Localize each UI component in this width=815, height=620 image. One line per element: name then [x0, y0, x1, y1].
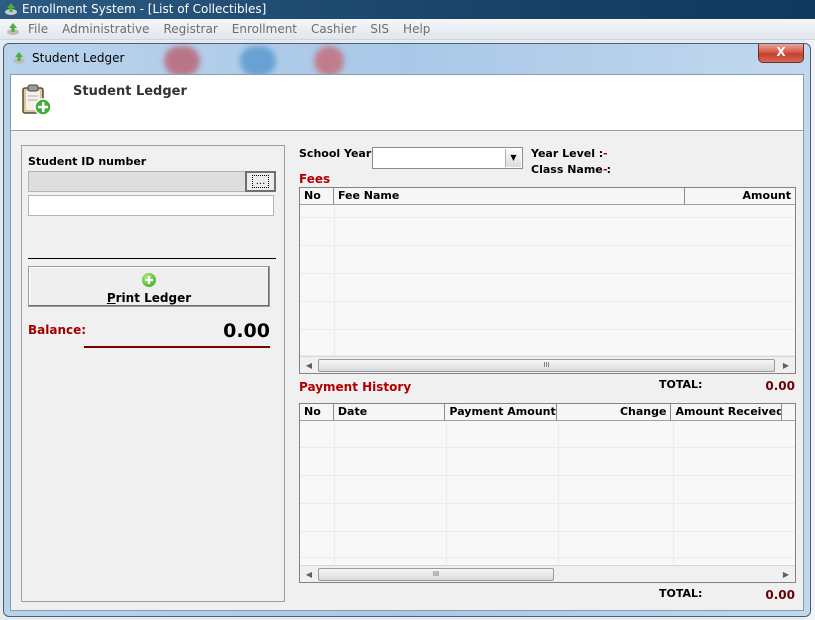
grid-line [300, 329, 795, 330]
window-title: Student Ledger [32, 51, 125, 65]
grid-line [300, 273, 795, 274]
grid-line [300, 447, 795, 448]
grid-line [300, 245, 795, 246]
fees-col-no[interactable]: No [300, 188, 334, 205]
browse-student-button[interactable]: ... [245, 171, 276, 192]
menu-registrar[interactable]: Registrar [163, 22, 224, 36]
payment-history-grid[interactable]: No Date Payment Amount Change Amount Rec… [299, 403, 796, 583]
background-toolbar-icon [164, 46, 200, 76]
scroll-right-icon[interactable]: ▶ [779, 359, 793, 372]
clipboard-add-icon [22, 84, 52, 116]
fees-col-amount[interactable]: Amount [685, 188, 795, 205]
grid-line [673, 421, 674, 565]
browse-label: ... [251, 175, 270, 188]
window-client-area: Student Ledger Student ID number ... Pri… [10, 74, 804, 611]
year-level-label: Year Level : [531, 147, 604, 160]
class-name-label: Class Name : [531, 163, 611, 176]
balance-label: Balance: [28, 323, 87, 337]
app-logo-icon [5, 3, 17, 15]
payment-total-label: TOTAL: [659, 587, 703, 600]
fees-horizontal-scrollbar[interactable]: ◀ III ▶ [300, 356, 795, 373]
header-panel: Student Ledger [11, 75, 803, 131]
fees-total-value: 0.00 [765, 379, 795, 393]
year-level-value: - [603, 147, 608, 160]
payment-col-change[interactable]: Change [557, 404, 672, 421]
scroll-right-icon[interactable]: ▶ [779, 568, 793, 581]
payment-col-amount-received[interactable]: Amount Received [671, 404, 783, 421]
page-title: Student Ledger [73, 84, 187, 99]
grid-line [300, 301, 795, 302]
payment-total-value: 0.00 [765, 588, 795, 602]
scroll-thumb[interactable]: III [318, 359, 775, 372]
student-id-label: Student ID number [28, 155, 147, 168]
scroll-thumb[interactable]: III [318, 568, 554, 581]
fees-grid[interactable]: No Fee Name Amount ◀ III ▶ [299, 187, 796, 374]
grid-line [558, 421, 559, 565]
class-name-value: - [603, 163, 608, 176]
grid-line [334, 205, 335, 356]
grid-line [300, 503, 795, 504]
window-icon [13, 52, 25, 64]
background-toolbar-icon [240, 46, 276, 76]
grid-line [300, 475, 795, 476]
payment-col-payment-amount[interactable]: Payment Amount [445, 404, 557, 421]
print-ledger-button[interactable]: Print Ledger [28, 266, 270, 307]
mdi-system-menu-icon[interactable] [6, 22, 20, 36]
payment-history-title: Payment History [299, 380, 412, 394]
app-titlebar: Enrollment System - [List of Collectible… [0, 0, 815, 19]
fees-title: Fees [299, 172, 331, 186]
close-button[interactable]: X [758, 44, 804, 63]
scroll-left-icon[interactable]: ◀ [302, 359, 316, 372]
grid-line [334, 421, 335, 565]
menu-administrative[interactable]: Administrative [62, 22, 156, 36]
grid-line [300, 531, 795, 532]
student-panel: Student ID number ... Print Ledger Balan… [21, 145, 285, 602]
app-title: Enrollment System - [List of Collectible… [22, 2, 267, 16]
background-toolbar-icon [314, 46, 344, 76]
payment-col-date[interactable]: Date [334, 404, 446, 421]
student-ledger-window: Student Ledger X Student Ledger Student … [3, 43, 811, 617]
fees-grid-header: No Fee Name Amount [300, 188, 795, 205]
fees-col-fee-name[interactable]: Fee Name [334, 188, 686, 205]
menu-file[interactable]: File [28, 22, 55, 36]
print-ledger-label: Print Ledger [106, 291, 192, 305]
school-year-label: School Year [299, 147, 372, 160]
close-icon: X [776, 45, 786, 59]
menu-bar: File Administrative Registrar Enrollment… [0, 19, 815, 40]
student-name-field[interactable] [28, 195, 274, 216]
menu-cashier[interactable]: Cashier [311, 22, 363, 36]
menu-sis[interactable]: SIS [370, 22, 396, 36]
balance-underline [84, 346, 270, 348]
menu-help[interactable]: Help [403, 22, 437, 36]
payment-col-extra[interactable] [782, 404, 795, 421]
scroll-left-icon[interactable]: ◀ [302, 568, 316, 581]
divider [28, 258, 276, 259]
grid-line [446, 421, 447, 565]
dropdown-arrow-icon[interactable]: ▼ [505, 149, 521, 167]
payment-grid-header: No Date Payment Amount Change Amount Rec… [300, 404, 795, 421]
student-id-field[interactable] [28, 171, 246, 192]
balance-value: 0.00 [223, 320, 270, 342]
menu-enrollment[interactable]: Enrollment [232, 22, 304, 36]
payment-grid-body [300, 421, 795, 565]
grid-line [300, 217, 795, 218]
fees-total-label: TOTAL: [659, 378, 703, 391]
grid-line [300, 557, 795, 558]
plus-circle-icon [142, 273, 156, 287]
payment-horizontal-scrollbar[interactable]: ◀ III ▶ [300, 565, 795, 582]
school-year-select[interactable]: ▼ [372, 147, 523, 169]
fees-grid-body [300, 205, 795, 356]
payment-col-no[interactable]: No [300, 404, 334, 421]
